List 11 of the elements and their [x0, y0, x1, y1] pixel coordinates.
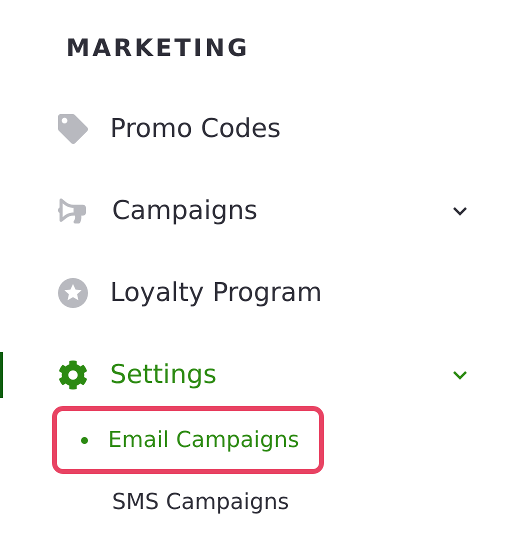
menu-item[interactable]: Promo Codes	[110, 114, 470, 144]
gear-icon	[58, 360, 88, 390]
menu-item[interactable]: Settings	[110, 360, 450, 390]
bullet-icon	[81, 436, 88, 444]
submenu-item[interactable]: SMS Campaigns	[52, 474, 290, 530]
megaphone-icon	[58, 197, 86, 225]
section-title: MARKETING	[66, 34, 251, 62]
tag-icon	[58, 114, 88, 144]
menu-item[interactable]: Campaigns	[112, 196, 450, 226]
menu-item[interactable]: Loyalty Program	[110, 278, 470, 308]
submenu-item[interactable]: Email Campaigns	[52, 406, 324, 474]
